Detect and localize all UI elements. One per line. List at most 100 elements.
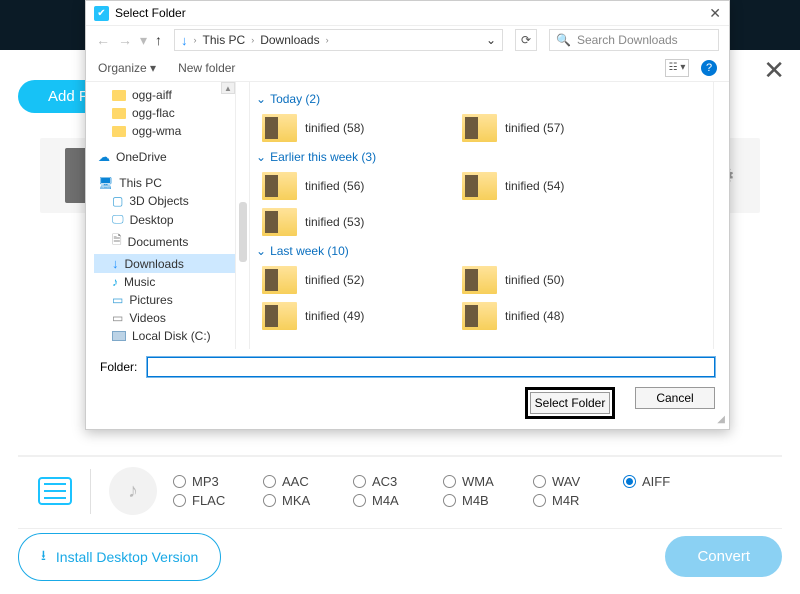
crumb-this-pc[interactable]: This PC [203,33,246,47]
install-desktop-button[interactable]: ⭳ Install Desktop Version [18,533,221,581]
new-folder-button[interactable]: New folder [178,61,235,75]
organize-menu[interactable]: Organize ▾ [98,61,156,75]
tree-item-ogg-aiff[interactable]: ogg-aiff [94,86,235,104]
content-scrollbar[interactable] [713,82,729,349]
format-aiff[interactable]: AIFF [623,474,693,489]
format-aac[interactable]: AAC [263,474,333,489]
splitter[interactable] [236,82,250,349]
folder-item[interactable]: tinified (50) [456,262,656,298]
tree-scroll-up[interactable]: ▲ [221,82,235,94]
nav-back-icon[interactable]: ← [96,32,110,49]
tree-label: Pictures [129,293,172,307]
select-folder-dialog: ✔ Select Folder ✕ ← → ▾ ↑ ↓ › This PC › … [85,0,730,430]
format-mka[interactable]: MKA [263,493,333,508]
folder-item[interactable]: tinified (58) [256,110,456,146]
tree-item-local-disk-c-[interactable]: Local Disk (C:) [94,327,235,345]
select-folder-button[interactable]: Select Folder [530,392,610,414]
folder-item[interactable]: tinified (49) [256,298,456,334]
downloads-crumb-icon: ↓ [181,33,188,48]
format-ac3[interactable]: AC3 [353,474,423,489]
folder-item[interactable]: tinified (57) [456,110,656,146]
format-label: AIFF [642,474,670,489]
folder-item[interactable]: tinified (56) [256,168,456,204]
nav-forward-icon[interactable]: → [118,32,132,49]
format-flac[interactable]: FLAC [173,493,243,508]
tree-item-ogg-flac[interactable]: ogg-flac [94,104,235,122]
folder-name-input[interactable] [147,357,715,377]
folder-name: tinified (48) [505,309,564,323]
group-title: Last week (10) [270,244,349,258]
radio-icon [443,494,456,507]
folder-name: tinified (50) [505,273,564,287]
format-wav[interactable]: WAV [533,474,603,489]
format-label: M4A [372,493,399,508]
tree-item-ogg-wma[interactable]: ogg-wma [94,122,235,140]
refresh-icon[interactable]: ⟳ [515,29,537,51]
radio-icon [533,494,546,507]
tree-label: ogg-wma [132,124,181,138]
folder-item[interactable]: tinified (53) [256,204,456,240]
format-wma[interactable]: WMA [443,474,513,489]
resize-grip[interactable]: ◢ [717,414,725,425]
format-bar: ♪ MP3 AAC AC3 WMA WAV AIFF FLAC MKA M4A M4B M4R [18,455,782,525]
nav-history-icon[interactable]: ▾ [140,32,147,49]
select-folder-highlight: Select Folder [525,387,615,419]
tree-item-documents[interactable]: 🗎Documents [94,229,235,254]
folder-icon [262,208,297,236]
tree-item-3d-objects[interactable]: ▢3D Objects [94,192,235,210]
folder-icon [462,172,497,200]
close-icon[interactable]: ✕ [763,55,785,86]
view-options-button[interactable]: ☷ ▾ [665,59,689,77]
folder-icon [462,114,497,142]
search-input[interactable]: 🔍 Search Downloads [549,29,719,51]
format-label: MKA [282,493,310,508]
tree-item-music[interactable]: ♪Music [94,273,235,291]
audio-format-icon[interactable]: ♪ [109,467,157,515]
convert-button[interactable]: Convert [665,536,782,577]
group-header[interactable]: ⌄ Last week (10) [256,244,707,258]
breadcrumb[interactable]: ↓ › This PC › Downloads › ⌄ [174,29,503,51]
nav-row: ← → ▾ ↑ ↓ › This PC › Downloads › ⌄ ⟳ 🔍 … [86,26,729,54]
format-label: M4B [462,493,489,508]
format-m4a[interactable]: M4A [353,493,423,508]
group-title: Earlier this week (3) [270,150,376,164]
tree-label: Desktop [130,213,174,227]
tree-item-onedrive[interactable]: ☁OneDrive [94,148,235,166]
dialog-title: Select Folder [115,6,186,20]
cancel-button[interactable]: Cancel [635,387,715,409]
tree-label: Local Disk (C:) [132,329,211,343]
folder-icon [262,114,297,142]
format-m4r[interactable]: M4R [533,493,603,508]
tree-label: Documents [128,235,189,249]
window-close-icon[interactable]: ✕ [709,5,721,22]
folder-name: tinified (58) [305,121,364,135]
breadcrumb-drop-icon[interactable]: ⌄ [486,33,496,47]
group-title: Today (2) [270,92,320,106]
crumb-downloads[interactable]: Downloads [260,33,319,47]
app-icon: ✔ [94,6,109,21]
help-icon[interactable]: ? [701,60,717,76]
folder-item[interactable]: tinified (54) [456,168,656,204]
tree-item-desktop[interactable]: 🖵Desktop [94,210,235,229]
folder-name: tinified (52) [305,273,364,287]
tree-item-pictures[interactable]: ▭Pictures [94,291,235,309]
format-mp3[interactable]: MP3 [173,474,243,489]
group-header[interactable]: ⌄Earlier this week (3) [256,150,707,164]
format-label: AC3 [372,474,397,489]
folder-name: tinified (53) [305,215,364,229]
bottom-bar: ⭳ Install Desktop Version Convert [18,528,782,578]
tree-label: ogg-flac [132,106,175,120]
format-label: AAC [282,474,309,489]
folder-item[interactable]: tinified (52) [256,262,456,298]
folder-item[interactable]: tinified (48) [456,298,656,334]
nav-up-icon[interactable]: ↑ [155,32,162,49]
format-options: MP3 AAC AC3 WMA WAV AIFF FLAC MKA M4A M4B M4R [173,474,733,508]
group-header[interactable]: ⌄Today (2) [256,92,707,106]
video-format-icon[interactable] [38,477,72,505]
format-m4b[interactable]: M4B [443,493,513,508]
tree-item-videos[interactable]: ▭Videos [94,309,235,327]
chevron-down-icon: ⌄ [256,244,266,258]
folder-name: tinified (54) [505,179,564,193]
tree-item-downloads[interactable]: ↓Downloads [94,254,235,273]
tree-item-this-pc[interactable]: 🖥This PC [94,174,235,192]
